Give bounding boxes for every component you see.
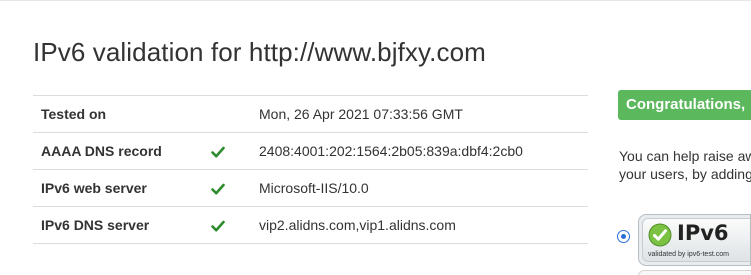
check-icon (211, 146, 225, 158)
badge-sublabel: validated by ipv6-test.com (648, 251, 729, 258)
row-value-dns-server: vip2.alidns.com,vip1.alidns.com (251, 206, 588, 244)
next-badge-option (638, 270, 751, 275)
row-value-aaaa-dns: 2408:4001:202:1564:2b05:839a:dbf4:2cb0 (251, 132, 588, 170)
table-row: Tested on Mon, 26 Apr 2021 07:33:56 GMT (33, 95, 588, 133)
results-table: Tested on Mon, 26 Apr 2021 07:33:56 GMT … (33, 95, 588, 244)
row-value-web-server: Microsoft-IIS/10.0 (251, 169, 588, 207)
status-cell (201, 169, 251, 207)
row-label-web-server: IPv6 web server (33, 169, 201, 207)
table-row: IPv6 web server Microsoft-IIS/10.0 (33, 169, 588, 207)
badge-label: IPv6 (677, 221, 729, 245)
check-icon (211, 183, 225, 195)
table-row: IPv6 DNS server vip2.alidns.com,vip1.ali… (33, 206, 588, 244)
help-text-line: your users, by adding (619, 166, 751, 182)
check-icon (211, 220, 225, 232)
badge-inner: IPv6 validated by ipv6-test.com (642, 218, 750, 262)
status-cell (201, 95, 251, 133)
help-text: You can help raise aw your users, by add… (619, 147, 751, 183)
congratulations-banner: Congratulations, (618, 90, 751, 120)
results-card: IPv6 validation for http://www.bjfxy.com… (0, 0, 751, 275)
help-text-line: You can help raise aw (619, 148, 751, 164)
page-title: IPv6 validation for http://www.bjfxy.com (33, 37, 486, 67)
table-row: AAAA DNS record 2408:4001:202:1564:2b05:… (33, 132, 588, 170)
status-cell (201, 132, 251, 170)
row-label-tested-on: Tested on (33, 95, 201, 133)
row-label-aaaa-dns: AAAA DNS record (33, 132, 201, 170)
badge-radio-button[interactable] (617, 230, 630, 243)
page: IPv6 validation for http://www.bjfxy.com… (0, 0, 751, 275)
row-value-tested-on: Mon, 26 Apr 2021 07:33:56 GMT (251, 95, 588, 133)
row-label-dns-server: IPv6 DNS server (33, 206, 201, 244)
ipv6-validated-badge[interactable]: IPv6 validated by ipv6-test.com (638, 214, 751, 266)
status-cell (201, 206, 251, 244)
check-circle-icon (648, 223, 672, 247)
